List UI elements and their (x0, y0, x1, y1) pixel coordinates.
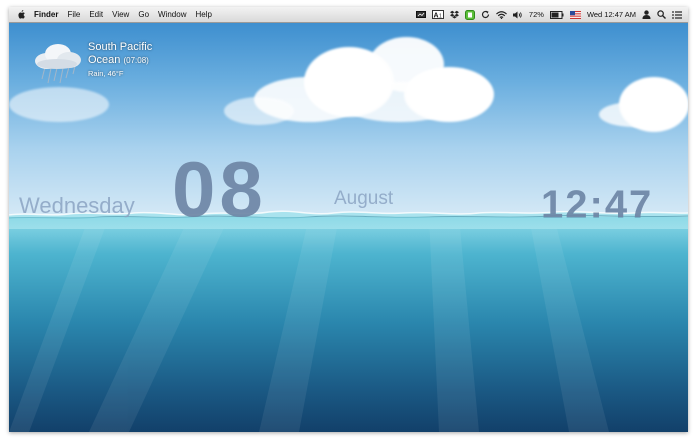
menubar-clock[interactable]: Wed 12:47 AM (587, 10, 636, 19)
light-rays (9, 217, 609, 432)
location-line1: South Pacific (88, 41, 153, 53)
menu-edit[interactable]: Edit (89, 7, 103, 22)
display-icon[interactable] (415, 10, 426, 19)
notification-list-icon[interactable] (672, 10, 682, 19)
rain-cloud-icon (35, 44, 81, 84)
weekday-label: Wednesday (19, 193, 135, 218)
local-time: (07:08) (123, 56, 149, 65)
menu-go[interactable]: Go (138, 7, 149, 22)
weather-location: South Pacific Ocean (07:08) (88, 41, 152, 67)
wifi-icon[interactable] (496, 10, 507, 19)
apple-menu-icon[interactable] (17, 10, 26, 19)
menu-view[interactable]: View (112, 7, 129, 22)
menu-help[interactable]: Help (195, 7, 211, 22)
water-overlay (9, 217, 688, 239)
volume-icon[interactable] (512, 11, 523, 19)
battery-percent[interactable]: 72% (529, 10, 544, 19)
spotlight-icon[interactable] (657, 10, 666, 19)
weather-widget: South Pacific Ocean (07:08) Rain, 46°F (27, 41, 187, 91)
battery-icon[interactable] (549, 10, 564, 19)
location-line2: Ocean (88, 54, 121, 66)
menu-bar: Finder File Edit View Go Window Help A1 (9, 7, 688, 23)
flag-icon[interactable] (569, 10, 581, 19)
desktop-screen: South Pacific Ocean (07:08) Rain, 46°F W… (9, 7, 688, 432)
user-icon[interactable] (642, 10, 651, 19)
svg-text:1: 1 (439, 13, 442, 19)
weather-condition: Rain, 46°F (88, 69, 124, 78)
svg-text:A: A (433, 12, 438, 19)
evernote-icon[interactable] (464, 9, 475, 20)
menu-window[interactable]: Window (158, 7, 186, 22)
sync-icon[interactable] (481, 10, 490, 19)
menu-finder[interactable]: Finder (34, 7, 58, 22)
adobe-icon[interactable]: A1 (431, 10, 444, 19)
menu-file[interactable]: File (67, 7, 80, 22)
dropbox-icon[interactable] (449, 10, 459, 19)
month-label: August (334, 188, 394, 209)
